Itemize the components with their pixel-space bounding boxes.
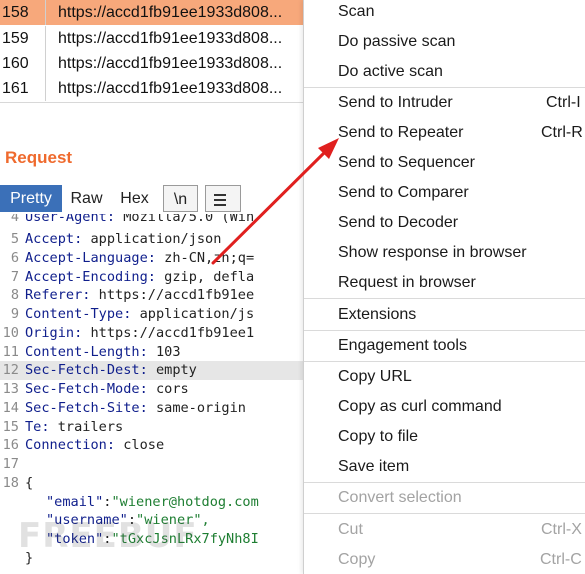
annotation-arrow-icon <box>211 138 339 265</box>
